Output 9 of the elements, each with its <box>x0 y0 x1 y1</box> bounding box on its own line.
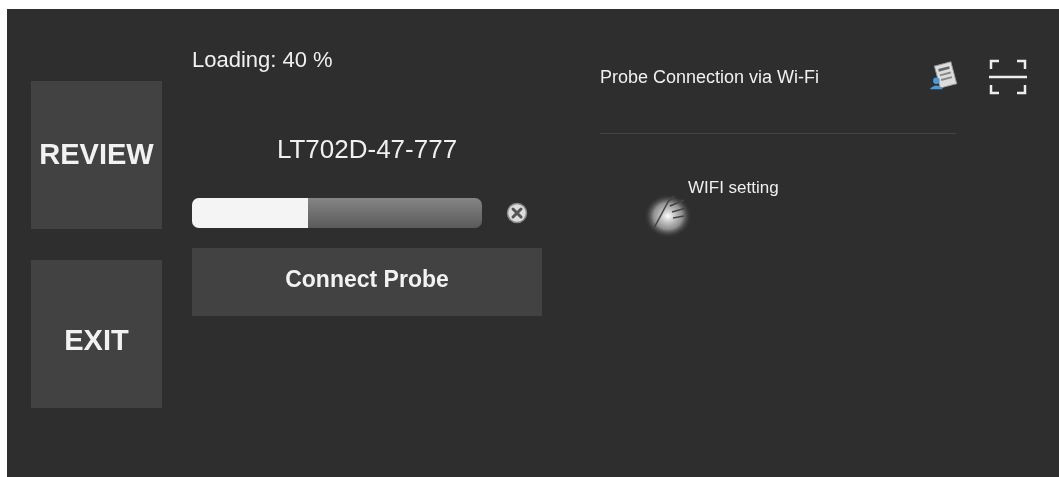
side-button[interactable]: REVIEW <box>31 81 162 229</box>
device-name: LT702D-47-777 <box>275 134 459 165</box>
cancel-icon[interactable] <box>506 202 528 224</box>
loading-label: Loading: 40 % <box>192 47 334 73</box>
wifi-setting-link[interactable]: WIFI setting <box>688 178 779 198</box>
side-button[interactable]: EXIT <box>31 260 162 408</box>
scan-icon[interactable] <box>988 57 1028 97</box>
connect-probe-button[interactable]: Connect Probe <box>192 248 542 316</box>
panel-title: Probe Connection via Wi-Fi <box>600 66 821 88</box>
